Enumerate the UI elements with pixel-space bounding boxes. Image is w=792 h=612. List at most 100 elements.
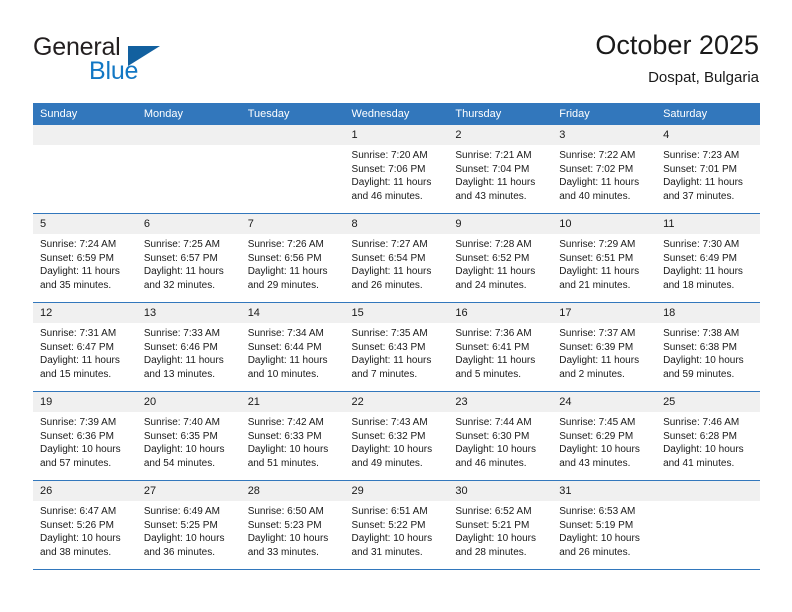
calendar-week-row: 12 Sunrise: 7:31 AM Sunset: 6:47 PM Dayl… [33,302,760,392]
day-number: 30 [448,481,553,501]
day-number: 13 [136,303,241,323]
calendar-page: General Blue October 2025 Dospat, Bulgar… [0,0,792,612]
day-number: 11 [656,214,760,234]
day-number: 7 [240,214,345,234]
day-cell[interactable]: 17 Sunrise: 7:37 AM Sunset: 6:39 PM Dayl… [552,302,657,392]
day-number: 15 [344,303,449,323]
day-cell[interactable]: 25 Sunrise: 7:46 AM Sunset: 6:28 PM Dayl… [656,391,760,481]
day-number: 22 [344,392,449,412]
sunset-text: Sunset: 6:52 PM [455,252,530,264]
sunset-text: Sunset: 7:01 PM [663,163,737,175]
day-cell[interactable]: 6 Sunrise: 7:25 AM Sunset: 6:57 PM Dayli… [136,213,241,303]
sunset-text: Sunset: 5:19 PM [559,519,634,531]
day-details: Sunrise: 7:25 AM Sunset: 6:57 PM Dayligh… [137,234,241,292]
day-cell[interactable]: 8 Sunrise: 7:27 AM Sunset: 6:54 PM Dayli… [344,213,449,303]
daylight-text-line1: Daylight: 11 hours [40,355,120,367]
daylight-text-line2: and 18 minutes. [663,279,735,291]
day-cell[interactable]: 21 Sunrise: 7:42 AM Sunset: 6:33 PM Dayl… [240,391,345,481]
day-cell[interactable]: 31 Sunrise: 6:53 AM Sunset: 5:19 PM Dayl… [552,480,657,570]
daylight-text-line2: and 43 minutes. [455,190,527,202]
day-cell[interactable]: 14 Sunrise: 7:34 AM Sunset: 6:44 PM Dayl… [240,302,345,392]
weekday-header-sunday: Sunday [33,103,137,125]
day-number: 10 [552,214,657,234]
daylight-text-line2: and 29 minutes. [247,279,319,291]
day-details: Sunrise: 7:21 AM Sunset: 7:04 PM Dayligh… [448,145,552,203]
day-cell[interactable]: 7 Sunrise: 7:26 AM Sunset: 6:56 PM Dayli… [240,213,345,303]
day-number: 23 [448,392,553,412]
day-details: Sunrise: 6:53 AM Sunset: 5:19 PM Dayligh… [552,501,656,559]
day-cell[interactable]: 4 Sunrise: 7:23 AM Sunset: 7:01 PM Dayli… [656,125,760,214]
day-cell[interactable]: 29 Sunrise: 6:51 AM Sunset: 5:22 PM Dayl… [344,480,449,570]
day-cell[interactable]: 19 Sunrise: 7:39 AM Sunset: 6:36 PM Dayl… [33,391,137,481]
day-cell[interactable]: 22 Sunrise: 7:43 AM Sunset: 6:32 PM Dayl… [344,391,449,481]
day-cell[interactable]: 1 Sunrise: 7:20 AM Sunset: 7:06 PM Dayli… [344,125,449,214]
daylight-text-line1: Daylight: 11 hours [351,266,432,278]
sunset-text: Sunset: 6:36 PM [40,430,114,442]
day-cell[interactable]: 23 Sunrise: 7:44 AM Sunset: 6:30 PM Dayl… [448,391,553,481]
day-cell[interactable]: 9 Sunrise: 7:28 AM Sunset: 6:52 PM Dayli… [448,213,553,303]
brand-name-blue: Blue [89,57,139,85]
daylight-text-line1: Daylight: 11 hours [663,266,743,278]
weekday-header-saturday: Saturday [656,103,760,125]
day-cell[interactable]: 13 Sunrise: 7:33 AM Sunset: 6:46 PM Dayl… [136,302,241,392]
day-details: Sunrise: 7:31 AM Sunset: 6:47 PM Dayligh… [33,323,137,381]
sunrise-text: Sunrise: 7:37 AM [559,328,636,339]
day-cell[interactable]: 2 Sunrise: 7:21 AM Sunset: 7:04 PM Dayli… [448,125,553,214]
day-number [33,125,137,145]
daylight-text-line1: Daylight: 10 hours [351,533,433,545]
day-cell[interactable]: 26 Sunrise: 6:47 AM Sunset: 5:26 PM Dayl… [33,480,137,570]
day-number: 16 [448,303,553,323]
day-cell[interactable]: 18 Sunrise: 7:38 AM Sunset: 6:38 PM Dayl… [656,302,760,392]
general-blue-logo[interactable]: General Blue [33,34,263,90]
daylight-text-line1: Daylight: 10 hours [455,533,536,545]
daylight-text-line2: and 40 minutes. [559,190,631,202]
daylight-text-line2: and 43 minutes. [559,457,631,469]
day-number: 12 [33,303,137,323]
daylight-text-line1: Daylight: 10 hours [40,444,121,456]
daylight-text-line1: Daylight: 10 hours [663,355,744,367]
day-cell[interactable]: 12 Sunrise: 7:31 AM Sunset: 6:47 PM Dayl… [33,302,137,392]
day-cell[interactable]: 30 Sunrise: 6:52 AM Sunset: 5:21 PM Dayl… [448,480,553,570]
day-number: 29 [344,481,449,501]
sunset-text: Sunset: 6:33 PM [247,430,322,442]
daylight-text-line2: and 28 minutes. [455,546,527,558]
day-details: Sunrise: 7:38 AM Sunset: 6:38 PM Dayligh… [656,323,760,381]
masthead: General Blue October 2025 Dospat, Bulgar… [0,0,792,100]
daylight-text-line2: and 32 minutes. [143,279,216,291]
day-details: Sunrise: 7:22 AM Sunset: 7:02 PM Dayligh… [552,145,656,203]
day-cell[interactable]: 28 Sunrise: 6:50 AM Sunset: 5:23 PM Dayl… [240,480,345,570]
day-cell[interactable]: 20 Sunrise: 7:40 AM Sunset: 6:35 PM Dayl… [136,391,241,481]
daylight-text-line2: and 36 minutes. [143,546,216,558]
day-details: Sunrise: 7:27 AM Sunset: 6:54 PM Dayligh… [345,234,449,292]
daylight-text-line1: Daylight: 10 hours [559,533,640,545]
daylight-text-line1: Daylight: 10 hours [40,533,121,545]
sunrise-text: Sunrise: 7:25 AM [143,239,220,250]
daylight-text-line2: and 35 minutes. [40,279,112,291]
sunset-text: Sunset: 6:44 PM [247,341,322,353]
daylight-text-line2: and 41 minutes. [663,457,735,469]
daylight-text-line2: and 15 minutes. [40,368,112,380]
daylight-text-line1: Daylight: 10 hours [247,533,329,545]
day-cell[interactable]: 3 Sunrise: 7:22 AM Sunset: 7:02 PM Dayli… [552,125,657,214]
daylight-text-line2: and 5 minutes. [455,368,521,380]
day-cell[interactable]: 24 Sunrise: 7:45 AM Sunset: 6:29 PM Dayl… [552,391,657,481]
sunrise-text: Sunrise: 7:38 AM [663,328,740,339]
day-cell[interactable]: 27 Sunrise: 6:49 AM Sunset: 5:25 PM Dayl… [136,480,241,570]
calendar-header-row: Sunday Monday Tuesday Wednesday Thursday… [33,103,760,125]
day-number: 2 [448,125,553,145]
sunrise-text: Sunrise: 7:23 AM [663,150,740,161]
day-cell[interactable]: 16 Sunrise: 7:36 AM Sunset: 6:41 PM Dayl… [448,302,553,392]
day-cell[interactable]: 10 Sunrise: 7:29 AM Sunset: 6:51 PM Dayl… [552,213,657,303]
day-cell-empty [136,125,241,214]
day-cell[interactable]: 11 Sunrise: 7:30 AM Sunset: 6:49 PM Dayl… [656,213,760,303]
title-block: October 2025 Dospat, Bulgaria [595,29,759,88]
day-number: 25 [656,392,760,412]
day-number: 28 [240,481,345,501]
day-cell[interactable]: 15 Sunrise: 7:35 AM Sunset: 6:43 PM Dayl… [344,302,449,392]
daylight-text-line2: and 46 minutes. [351,190,423,202]
day-cell[interactable]: 5 Sunrise: 7:24 AM Sunset: 6:59 PM Dayli… [33,213,137,303]
day-details: Sunrise: 7:20 AM Sunset: 7:06 PM Dayligh… [345,145,449,203]
sunrise-text: Sunrise: 6:49 AM [143,506,220,517]
day-details: Sunrise: 6:50 AM Sunset: 5:23 PM Dayligh… [241,501,345,559]
sunrise-text: Sunrise: 7:45 AM [559,417,636,428]
